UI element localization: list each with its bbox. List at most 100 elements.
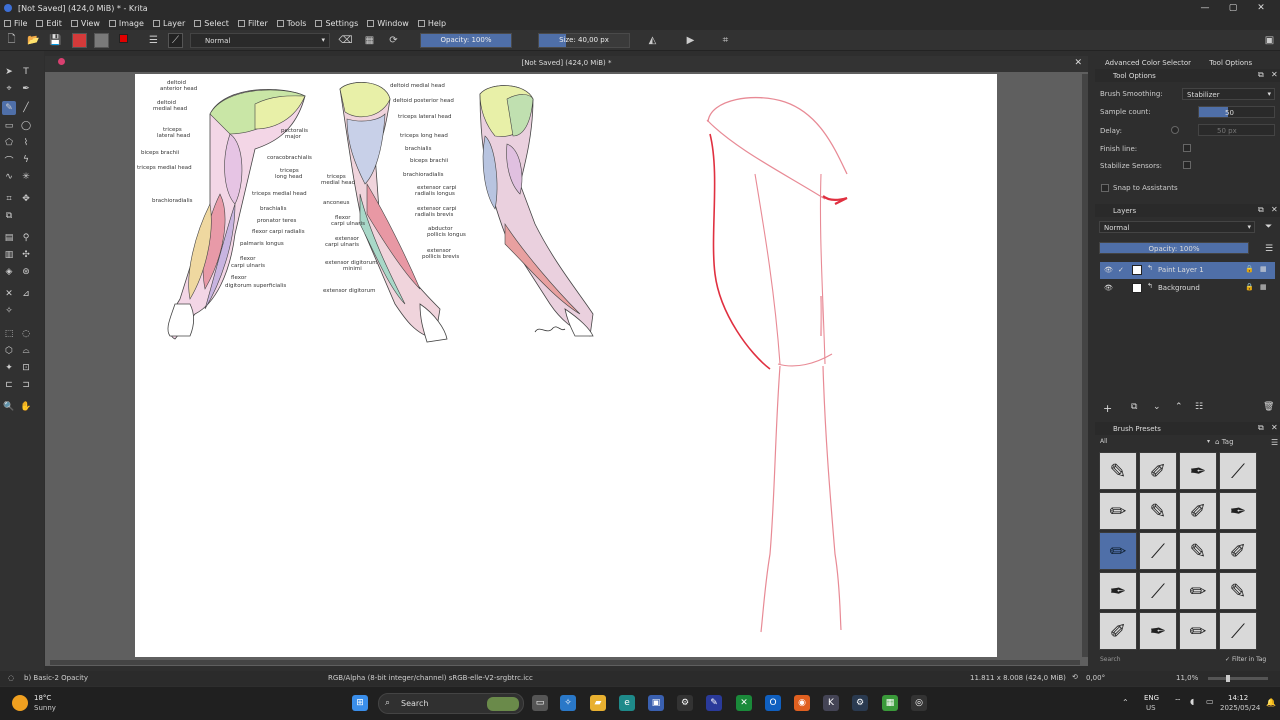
- alpha-lock-icon[interactable]: ▦: [1260, 265, 1267, 273]
- brush-preset-thumbnail[interactable]: ✏: [1099, 492, 1137, 530]
- menu-file[interactable]: File: [4, 19, 27, 28]
- close-presets-icon[interactable]: ✕: [1271, 423, 1278, 432]
- brush-preset-thumbnail[interactable]: ⟋: [1139, 572, 1177, 610]
- alpha-lock-icon[interactable]: ▦: [1260, 283, 1267, 291]
- line-tool-icon[interactable]: ╱: [19, 101, 33, 115]
- select-shapes-tool-icon[interactable]: ➤: [2, 65, 16, 79]
- move-layer-down-icon[interactable]: ⌄: [1153, 402, 1161, 412]
- blend-mode-select[interactable]: Normal ▾: [190, 33, 330, 48]
- weather-sun-icon[interactable]: [12, 695, 28, 711]
- mirror-horizontal-icon[interactable]: ◭: [645, 33, 660, 48]
- layer-lock-icon[interactable]: 🔒: [1245, 265, 1254, 273]
- brush-preset-thumbnail[interactable]: ✎: [1099, 452, 1137, 490]
- tray-chevron-up-icon[interactable]: ⌃: [1122, 698, 1129, 707]
- similar-select-tool-icon[interactable]: ⊡: [19, 361, 33, 375]
- edge-browser-icon[interactable]: e: [619, 695, 635, 711]
- layer-blend-mode-select[interactable]: Normal ▾: [1099, 221, 1255, 233]
- network-icon[interactable]: ⌔: [1174, 697, 1182, 707]
- menu-select[interactable]: Select: [194, 19, 229, 28]
- save-document-icon[interactable]: 💾: [48, 33, 63, 48]
- obs-icon[interactable]: ◎: [911, 695, 927, 711]
- eraser-mode-icon[interactable]: ⌫: [338, 33, 353, 48]
- canvas-horizontal-scrollbar[interactable]: [50, 660, 1080, 665]
- float-docker-icon[interactable]: ⧉: [1258, 70, 1264, 80]
- polyline-tool-icon[interactable]: ⌇: [19, 136, 33, 150]
- freehand-select-tool-icon[interactable]: ⌓: [19, 344, 33, 358]
- tag-button[interactable]: ⌂ Tag: [1215, 438, 1255, 449]
- menu-tools[interactable]: Tools: [276, 19, 306, 28]
- layer-lock-icon[interactable]: 🔒: [1245, 283, 1254, 291]
- menu-window[interactable]: Window: [367, 19, 409, 28]
- new-document-icon[interactable]: 🗋: [4, 33, 19, 48]
- rectangle-tool-icon[interactable]: ▭: [2, 119, 16, 133]
- tab-tool-options[interactable]: Tool Options: [1209, 59, 1252, 67]
- battery-icon[interactable]: ▭: [1206, 697, 1214, 706]
- copilot-icon[interactable]: ✧: [560, 695, 576, 711]
- move-tool-icon[interactable]: ✥: [19, 192, 33, 206]
- menu-image[interactable]: Image: [108, 19, 144, 28]
- pattern-swatch-icon[interactable]: [94, 33, 109, 48]
- document-tab[interactable]: [Not Saved] (424,0 MiB) * ✕: [45, 56, 1088, 72]
- taskbar-search[interactable]: ⌕ Search: [378, 693, 524, 714]
- menu-help[interactable]: Help: [417, 19, 446, 28]
- brush-preset-thumbnail[interactable]: ✐: [1099, 612, 1137, 650]
- firefox-icon[interactable]: ◉: [794, 695, 810, 711]
- delay-field[interactable]: 50 px: [1198, 124, 1275, 136]
- close-button[interactable]: ✕: [1246, 0, 1276, 16]
- snap-assistants-checkbox[interactable]: [1101, 184, 1109, 192]
- measure-tool-icon[interactable]: ⊿: [19, 287, 33, 301]
- brush-preset-thumbnail[interactable]: ✎: [1179, 532, 1217, 570]
- settings-app-icon[interactable]: ⚙: [677, 695, 693, 711]
- brush-preset-thumbnail[interactable]: ✏: [1099, 532, 1137, 570]
- gradient-swatch-icon[interactable]: [72, 33, 87, 48]
- duplicate-layer-icon[interactable]: ⧉: [1131, 402, 1137, 412]
- filter-in-tag-checkbox[interactable]: ✓ Filter in Tag: [1225, 656, 1266, 663]
- crop-tool-icon[interactable]: ⌗: [2, 192, 16, 206]
- layer-filter-icon[interactable]: ⏷: [1265, 222, 1272, 232]
- menu-filter[interactable]: Filter: [237, 19, 268, 28]
- canvas-vertical-scrollbar[interactable]: [1082, 74, 1088, 657]
- workspace-icon[interactable]: ▣: [1262, 33, 1277, 48]
- ellipse-tool-icon[interactable]: ◯: [19, 119, 33, 133]
- stabilize-sensors-checkbox[interactable]: [1183, 161, 1191, 169]
- brush-preset-thumbnail[interactable]: ✒: [1179, 452, 1217, 490]
- brush-preset-thumbnail[interactable]: ✒: [1219, 492, 1257, 530]
- maximize-button[interactable]: ▢: [1218, 0, 1248, 16]
- zoom-slider[interactable]: [1208, 675, 1268, 682]
- zoom-slider-handle[interactable]: [1226, 675, 1230, 682]
- brush-preset-thumbnail[interactable]: ✒: [1139, 612, 1177, 650]
- reference-tool-icon[interactable]: ✧: [2, 304, 16, 318]
- steam-icon[interactable]: ⚙: [852, 695, 868, 711]
- brush-preset-thumbnail[interactable]: ✎: [1219, 572, 1257, 610]
- float-presets-icon[interactable]: ⧉: [1258, 423, 1264, 433]
- file-explorer-icon[interactable]: ▰: [590, 695, 606, 711]
- volume-icon[interactable]: ◖: [1190, 697, 1194, 706]
- rect-select-tool-icon[interactable]: ⬚: [2, 327, 16, 341]
- add-layer-icon[interactable]: +: [1103, 402, 1112, 415]
- delay-checkbox[interactable]: [1171, 126, 1179, 134]
- gradient-tool-icon[interactable]: ▤: [2, 231, 16, 245]
- edit-shapes-tool-icon[interactable]: ⌖: [2, 82, 16, 96]
- mirror-vertical-icon[interactable]: ▶: [683, 33, 698, 48]
- close-document-icon[interactable]: ✕: [1074, 58, 1082, 68]
- drawing-canvas[interactable]: deltoid anterior head deltoid medial hea…: [135, 74, 997, 657]
- preset-filter-select[interactable]: All ▾: [1100, 438, 1210, 449]
- layer-opacity-slider[interactable]: Opacity: 100%: [1099, 242, 1249, 254]
- freehand-path-tool-icon[interactable]: ϟ: [19, 153, 33, 167]
- brush-preset-thumbnail[interactable]: ✏: [1179, 572, 1217, 610]
- visibility-eye-icon[interactable]: 👁: [1104, 266, 1113, 274]
- store-icon[interactable]: ▣: [648, 695, 664, 711]
- brush-preset-thumbnail[interactable]: ⟋: [1219, 612, 1257, 650]
- transform-tool-icon[interactable]: ⧉: [2, 209, 16, 223]
- preserve-alpha-icon[interactable]: ▦: [362, 33, 377, 48]
- bezier-select-tool-icon[interactable]: ⊏: [2, 378, 16, 392]
- text-tool-icon[interactable]: T: [19, 65, 33, 79]
- minimize-button[interactable]: —: [1190, 0, 1220, 16]
- preset-menu-icon[interactable]: ☰: [1271, 438, 1278, 447]
- sample-count-slider[interactable]: 50: [1198, 106, 1275, 118]
- menu-layer[interactable]: Layer: [152, 19, 185, 28]
- size-slider[interactable]: Size: 40,00 px: [538, 33, 630, 48]
- rotation-icon[interactable]: ⟲: [1072, 673, 1078, 681]
- fill-tool-icon[interactable]: ◈: [2, 265, 16, 279]
- brush-preset-thumbnail[interactable]: ⟋: [1219, 452, 1257, 490]
